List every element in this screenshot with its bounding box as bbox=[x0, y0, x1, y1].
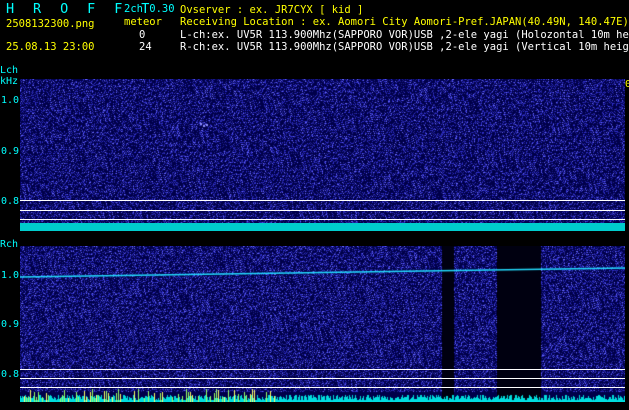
observer-line: Ovserver : ex. JR7CYX [ kid ] bbox=[180, 4, 364, 16]
lch-ref-line-3 bbox=[20, 219, 625, 220]
location-line: Receiving Location : ex. Aomori City Aom… bbox=[180, 16, 629, 28]
lch-unit: kHz bbox=[0, 76, 19, 87]
rch-y-label-0-9: 0.9 bbox=[1, 319, 20, 330]
rch-ref-line-1 bbox=[20, 369, 625, 370]
rch-spectrogram bbox=[20, 246, 625, 402]
meteor-count-l: 0 bbox=[139, 29, 146, 41]
rch-ref-line-3 bbox=[20, 387, 625, 388]
version-label: 2ch 0.30 bbox=[124, 3, 175, 15]
lch-baseline bbox=[20, 223, 625, 231]
lch-label: Lch bbox=[0, 65, 19, 76]
lch-ref-line-2 bbox=[20, 210, 625, 211]
rch-label: Rch bbox=[0, 239, 19, 250]
lch-y-label-0-9: 0.9 bbox=[1, 146, 20, 157]
lch-ref-line-1 bbox=[20, 200, 625, 201]
lch-y-label-0-8: 0.8 bbox=[1, 196, 20, 207]
lch-info-line: L-ch:ex. UV5R 113.900Mhz(SAPPORO VOR)USB… bbox=[180, 29, 629, 41]
rch-y-label-0-8: 0.8 bbox=[1, 369, 20, 380]
datetime-label: 25.08.13 23:00 bbox=[6, 41, 95, 53]
rch-y-label-1-0: 1.0 bbox=[1, 270, 20, 281]
lch-y-label-1-0: 1.0 bbox=[1, 95, 20, 106]
meteor-count-r: 24 bbox=[139, 41, 152, 53]
lch-noise-canvas bbox=[20, 79, 625, 231]
lch-spectrogram bbox=[20, 79, 625, 231]
rch-info-line: R-ch:ex. UV5R 113.900Mhz(SAPPORO VOR)USB… bbox=[180, 41, 629, 53]
filename-label: 2508132300.png bbox=[6, 18, 95, 30]
rch-ref-line-2 bbox=[20, 378, 625, 379]
meteor-label: meteor bbox=[124, 16, 162, 28]
